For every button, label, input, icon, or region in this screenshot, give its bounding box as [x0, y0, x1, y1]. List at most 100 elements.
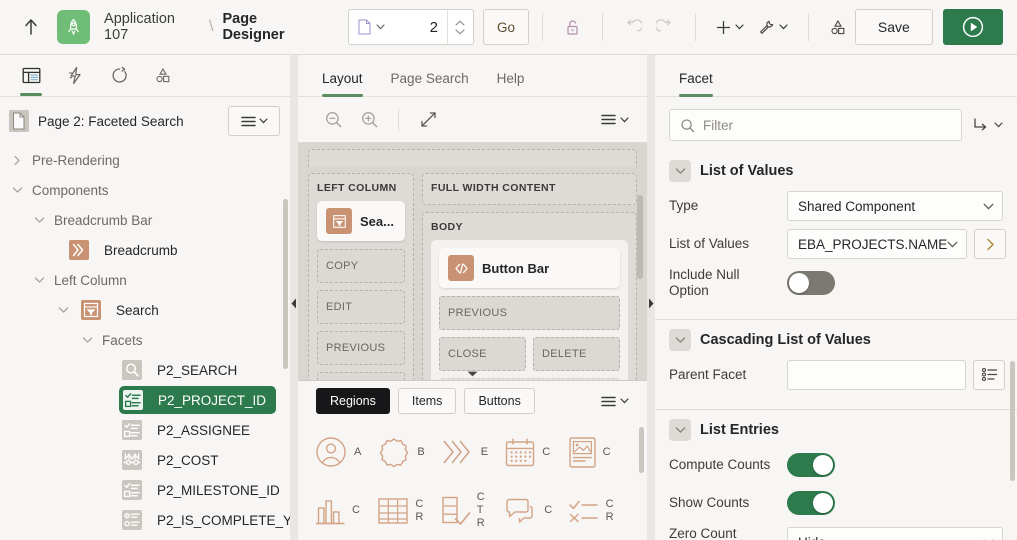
button-stub-previous[interactable]: PREVIOUS	[317, 331, 405, 365]
right-splitter[interactable]	[647, 55, 655, 540]
parent-facet-input[interactable]	[787, 359, 966, 390]
property-scrollbar[interactable]	[1010, 361, 1015, 481]
chevron-down-icon[interactable]	[54, 306, 72, 314]
page-icon[interactable]	[349, 10, 391, 44]
chevron-right-icon[interactable]	[974, 229, 1007, 259]
undo-icon[interactable]	[616, 10, 649, 44]
body-region[interactable]: BODY Button Bar PREVIOUS CLOSE DELETE	[422, 212, 637, 380]
gallery-item-grid[interactable]: C R	[377, 482, 440, 540]
property-goto-button[interactable]	[972, 117, 1003, 133]
breadcrumb-application-link[interactable]: Application 107	[104, 11, 200, 43]
gallery-item-badge[interactable]: B	[377, 423, 440, 482]
gallery-item-calendar[interactable]: C	[504, 423, 567, 482]
chevron-down-icon[interactable]	[669, 328, 691, 351]
gallery-item-avatar[interactable]: A	[314, 423, 377, 482]
save-button[interactable]: Save	[854, 9, 933, 45]
go-button[interactable]: Go	[482, 9, 529, 45]
redo-icon[interactable]	[649, 10, 682, 44]
page-tree[interactable]: Pre-Rendering Components Breadcrumb Bar	[0, 143, 290, 540]
gallery-item-breadcrumb[interactable]: E	[441, 423, 504, 482]
sidebar-tab-shared-components[interactable]	[142, 55, 184, 96]
sidebar-tab-processing[interactable]	[98, 55, 140, 96]
chevron-down-icon[interactable]	[8, 186, 26, 194]
chevron-down-icon[interactable]	[30, 276, 48, 284]
tree-item-p2-milestone-id[interactable]: P2_MILESTONE_ID	[0, 475, 290, 505]
button-stub-edit[interactable]: EDIT	[317, 290, 405, 324]
tree-item-left-column[interactable]: Left Column	[0, 265, 290, 295]
zoom-out-icon[interactable]	[316, 103, 350, 137]
list-of-values-select[interactable]: EBA_PROJECTS.NAME	[787, 229, 968, 259]
sidebar-tab-dynamic-actions[interactable]	[54, 55, 96, 96]
chevron-down-icon[interactable]	[669, 418, 691, 441]
chevron-right-icon[interactable]	[8, 155, 26, 166]
left-splitter[interactable]	[290, 55, 298, 540]
gallery-item-card[interactable]: C	[568, 423, 631, 482]
left-column-region[interactable]: LEFT COLUMN Sea... COPY EDIT PREVIOUS	[308, 173, 414, 380]
gallery-tab-items[interactable]: Items	[397, 388, 457, 414]
section-header[interactable]: List of Values	[669, 160, 1003, 182]
type-select[interactable]: Shared Component	[787, 191, 1003, 221]
button-bar-card[interactable]: Button Bar	[439, 248, 620, 288]
shapes-icon[interactable]	[822, 10, 855, 44]
tree-item-components[interactable]: Components	[0, 175, 290, 205]
zoom-in-icon[interactable]	[352, 103, 386, 137]
canvas-scroll-down-icon[interactable]	[298, 370, 647, 378]
chevron-down-icon[interactable]	[78, 336, 96, 344]
tree-item-p2-project-id[interactable]: P2_PROJECT_ID	[0, 385, 290, 415]
tree-item-facets[interactable]: Facets	[0, 325, 290, 355]
compute-counts-toggle[interactable]	[787, 452, 835, 477]
collapse-right-icon[interactable]	[648, 298, 654, 309]
sidebar-tab-rendering[interactable]	[10, 55, 52, 96]
tree-item-breadcrumb[interactable]: Breadcrumb	[0, 235, 290, 265]
arrow-up-icon[interactable]	[14, 10, 47, 44]
gallery-menu-button[interactable]	[601, 384, 629, 418]
include-null-option-toggle[interactable]	[787, 271, 835, 296]
tree-item-p2-search[interactable]: P2_SEARCH	[0, 355, 290, 385]
page-number-stepper[interactable]	[446, 10, 473, 44]
tree-item-p2-cost[interactable]: P2_COST	[0, 445, 290, 475]
tree-item-breadcrumb-bar[interactable]: Breadcrumb Bar	[0, 205, 290, 235]
button-stub-delete[interactable]: DELETE	[533, 337, 620, 371]
search-region-card[interactable]: Sea...	[317, 201, 405, 241]
tree-item-pre-rendering[interactable]: Pre-Rendering	[0, 145, 290, 175]
gallery-item-comments[interactable]: C	[504, 482, 567, 540]
tree-item-p2-assignee[interactable]: P2_ASSIGNEE	[0, 415, 290, 445]
expand-diagonal-icon[interactable]	[411, 103, 445, 137]
gallery-grid[interactable]: A B E C C C C R C T R C C R	[298, 421, 647, 540]
tab-layout[interactable]: Layout	[316, 71, 377, 97]
unlock-icon[interactable]	[556, 10, 589, 44]
gallery-tab-regions[interactable]: Regions	[316, 388, 390, 414]
full-width-content-region[interactable]: FULL WIDTH CONTENT	[422, 173, 637, 205]
gallery-item-compare[interactable]: C R	[568, 482, 631, 540]
tab-page-search[interactable]: Page Search	[377, 71, 483, 96]
gallery-item-checklist[interactable]: C T R	[441, 482, 504, 540]
tree-menu-button[interactable]	[228, 106, 280, 136]
tab-help[interactable]: Help	[483, 71, 539, 96]
page-number-input[interactable]	[390, 10, 447, 44]
gallery-scrollbar[interactable]	[639, 427, 644, 473]
button-stub-copy[interactable]: COPY	[317, 249, 405, 283]
section-header[interactable]: Cascading List of Values	[669, 328, 1003, 351]
app-logo-rocket-icon[interactable]	[57, 10, 91, 44]
add-component-button[interactable]	[709, 10, 751, 44]
utilities-wrench-button[interactable]	[751, 10, 795, 44]
zero-count-entries-select[interactable]: Hide	[787, 527, 1003, 540]
button-stub-close[interactable]: CLOSE	[439, 337, 526, 371]
button-stub-partial[interactable]	[439, 378, 620, 380]
property-filter[interactable]: Filter	[669, 109, 962, 141]
list-picker-icon[interactable]	[973, 359, 1005, 390]
selected-tree-item[interactable]: P2_PROJECT_ID	[119, 386, 277, 414]
tab-facet[interactable]: Facet	[673, 71, 727, 97]
run-page-button[interactable]	[942, 9, 1004, 45]
show-counts-toggle[interactable]	[787, 490, 835, 515]
layout-canvas[interactable]: LEFT COLUMN Sea... COPY EDIT PREVIOUS FU…	[298, 143, 647, 380]
tree-item-search-region[interactable]: Search	[0, 295, 290, 325]
gallery-tab-buttons[interactable]: Buttons	[464, 388, 535, 414]
tree-item-body[interactable]: Body	[0, 535, 290, 540]
button-stub-previous[interactable]: PREVIOUS	[439, 296, 620, 330]
canvas-scrollbar[interactable]	[637, 195, 643, 279]
page-selector[interactable]	[347, 9, 474, 45]
chevron-down-icon[interactable]	[669, 160, 691, 182]
section-header[interactable]: List Entries	[669, 418, 1003, 441]
gallery-item-chart[interactable]: C	[314, 482, 377, 540]
